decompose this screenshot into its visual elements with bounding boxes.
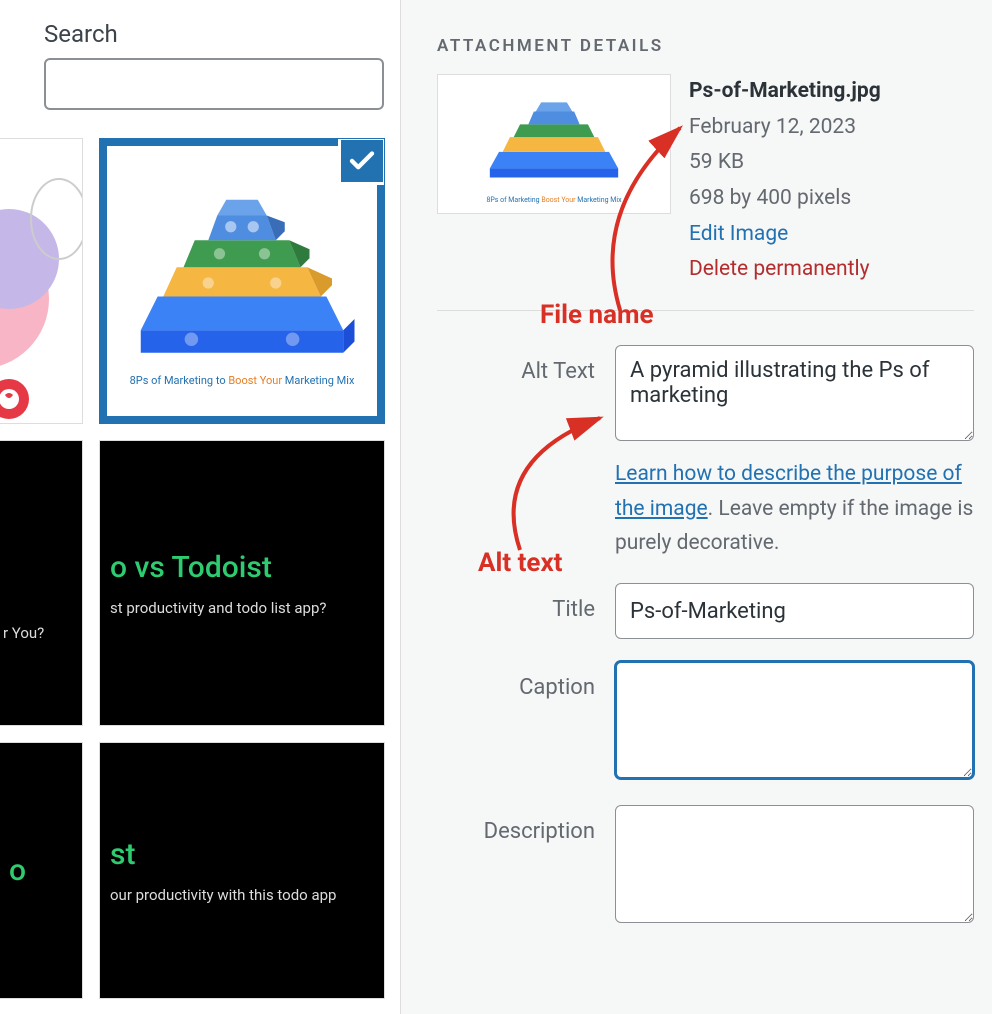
media-thumb-partial-3[interactable]: o — [0, 742, 83, 999]
thumb-title: o vs Todoist — [110, 550, 272, 585]
thumb-caption: 8Ps of Marketing to Boost Your Marketing… — [130, 374, 355, 387]
media-thumb-partial-2[interactable]: r You? — [0, 440, 83, 726]
description-input[interactable] — [615, 805, 974, 923]
thumb-title: st — [110, 837, 135, 872]
title-label: Title — [437, 583, 615, 622]
attachment-details-panel: ATTACHMENT DETAILS 8Ps of Marketing Boos… — [400, 0, 992, 1014]
attachment-dimensions: 698 by 400 pixels — [689, 181, 881, 217]
alt-text-label: Alt Text — [437, 345, 615, 384]
media-thumb-selected[interactable]: 8Ps of Marketing to Boost Your Marketing… — [99, 138, 385, 424]
media-thumb-todo2[interactable]: st our productivity with this todo app — [99, 742, 385, 999]
attachment-meta: Ps-of-Marketing.jpg February 12, 2023 59… — [689, 74, 881, 288]
attachment-form: Alt Text A pyramid illustrating the Ps o… — [437, 345, 974, 927]
media-thumb-partial-1[interactable] — [0, 138, 83, 424]
attachment-preview-row: 8Ps of Marketing Boost Your Marketing Mi… — [437, 74, 974, 311]
section-heading: ATTACHMENT DETAILS — [437, 36, 974, 56]
delete-permanently-link[interactable]: Delete permanently — [689, 252, 881, 288]
media-thumb-todoist[interactable]: o vs Todoist st productivity and todo li… — [99, 440, 385, 726]
thumb-subtext: st productivity and todo list app? — [110, 599, 327, 617]
media-grid: 8Ps of Marketing to Boost Your Marketing… — [0, 138, 390, 999]
thumb-subtext: our productivity with this todo app — [110, 886, 336, 904]
search-label: Search — [44, 20, 390, 48]
caption-input[interactable] — [615, 661, 974, 779]
media-library-panel: Search — [0, 0, 400, 1014]
attachment-filename: Ps-of-Marketing.jpg — [689, 74, 881, 110]
selected-check-icon — [338, 138, 385, 185]
edit-image-link[interactable]: Edit Image — [689, 217, 881, 253]
thumb-subtext: r You? — [3, 624, 44, 642]
thumb-title: o — [9, 853, 26, 888]
attachment-size: 59 KB — [689, 145, 881, 181]
caption-label: Caption — [437, 661, 615, 700]
title-input[interactable] — [615, 583, 974, 639]
alt-text-input[interactable]: A pyramid illustrating the Ps of marketi… — [615, 345, 974, 441]
attachment-preview-thumb[interactable]: 8Ps of Marketing Boost Your Marketing Mi… — [437, 74, 671, 214]
attachment-date: February 12, 2023 — [689, 110, 881, 146]
description-label: Description — [437, 805, 615, 844]
search-input[interactable] — [44, 58, 384, 110]
alt-text-help: Learn how to describe the purpose of the… — [615, 457, 974, 561]
